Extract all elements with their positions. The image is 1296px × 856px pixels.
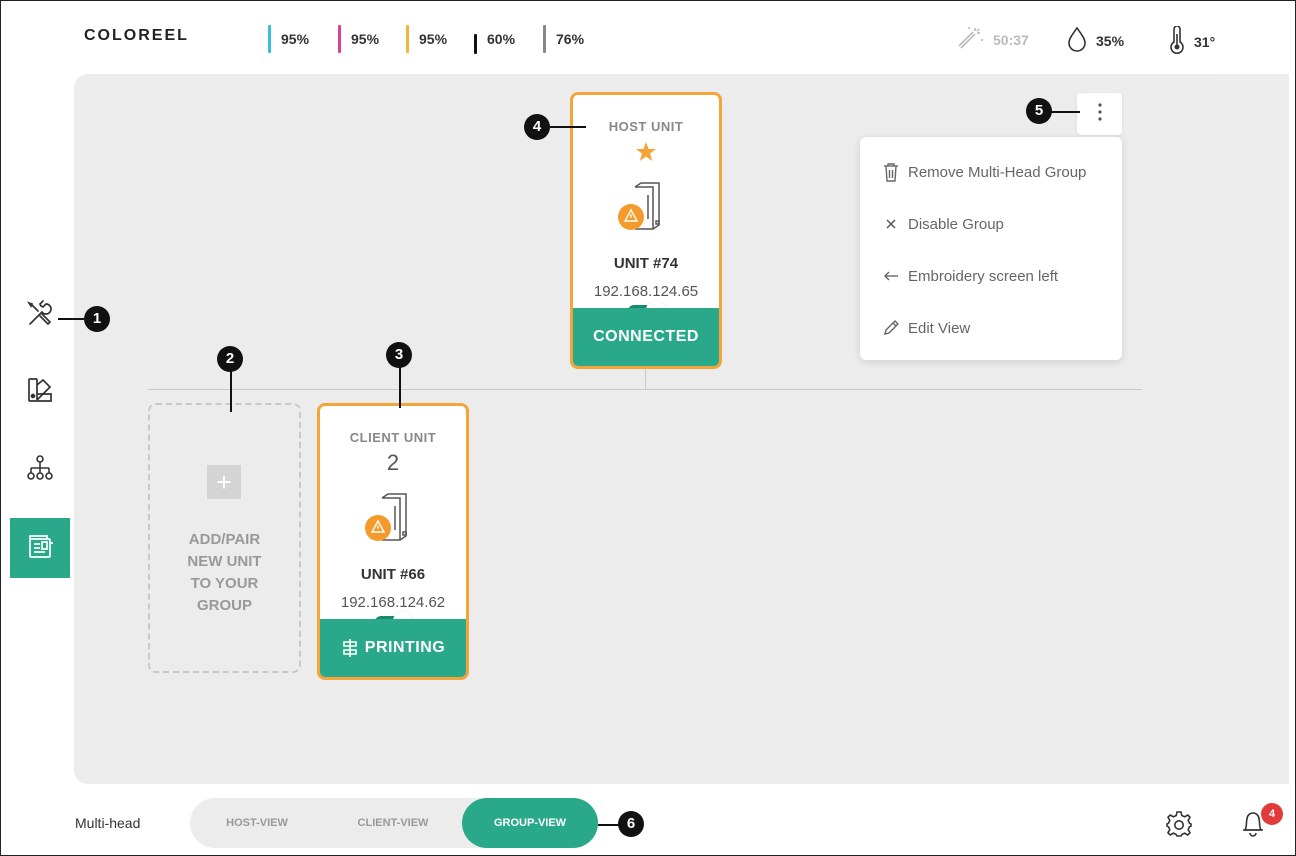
callout-line: [550, 126, 586, 128]
panel-edge: [1215, 74, 1289, 784]
gear-icon: [1165, 811, 1193, 842]
sidebar-item-hierarchy[interactable]: [10, 440, 70, 500]
humidity-value: 35%: [1096, 32, 1125, 49]
client-unit-card[interactable]: CLIENT UNIT 2 UNIT #66 192.168.124.62 PR…: [317, 403, 469, 680]
add-pair-line: NEW UNIT: [187, 553, 262, 570]
callout-2: 2: [217, 346, 243, 372]
add-pair-line: TO YOUR: [190, 575, 259, 592]
sidebar-item-tools[interactable]: [10, 286, 70, 346]
callout-4: 4: [524, 114, 550, 140]
ink-value: 60%: [487, 31, 516, 47]
view-switcher: HOST-VIEW CLIENT-VIEW GROUP-VIEW: [190, 798, 598, 848]
tab-group-view[interactable]: GROUP-VIEW: [462, 798, 598, 848]
client-unit-number: 2: [386, 450, 400, 475]
ink-level-black: 60%: [474, 24, 515, 54]
menu-item-embroidery-screen-left[interactable]: Embroidery screen left: [880, 264, 1058, 288]
timer-value: 50:37: [993, 31, 1029, 48]
add-pair-unit-card[interactable]: + ADD/PAIR NEW UNIT TO YOUR GROUP: [148, 403, 301, 673]
add-pair-line: ADD/PAIR: [188, 531, 261, 548]
host-connector-line: [645, 366, 646, 390]
client-unit-ip: 192.168.124.62: [340, 594, 446, 611]
plus-icon: +: [207, 465, 241, 499]
ink-level-cyan: 95%: [268, 24, 309, 54]
thermometer-icon: [1168, 25, 1186, 57]
ink-bar-yellow: [406, 25, 409, 53]
client-unit-status: PRINTING: [320, 619, 466, 677]
tab-label: HOST-VIEW: [226, 817, 288, 829]
callout-line: [399, 366, 401, 408]
callout-line: [596, 824, 620, 826]
callout-line: [1050, 111, 1080, 113]
callout-line: [58, 318, 84, 320]
tab-label: CLIENT-VIEW: [357, 817, 429, 829]
settings-button[interactable]: [1165, 810, 1193, 843]
bell-icon: [1240, 812, 1266, 842]
timer-status: 50:37: [955, 26, 1029, 53]
palette-icon: [25, 375, 55, 410]
add-pair-line: GROUP: [196, 597, 252, 614]
tab-label: GROUP-VIEW: [493, 817, 567, 829]
printer-warning-icon: [360, 492, 420, 544]
ink-level-magenta: 95%: [338, 24, 379, 54]
embroidery-machine-icon: [25, 531, 55, 566]
ink-value: 95%: [351, 31, 380, 47]
ink-bar-cyan: [268, 25, 271, 53]
hierarchy-icon: [25, 453, 55, 488]
menu-item-disable-group[interactable]: Disable Group: [880, 212, 1004, 236]
tab-host-view[interactable]: HOST-VIEW: [190, 798, 324, 848]
temperature-value: 31°: [1194, 33, 1216, 50]
star-icon: [573, 141, 719, 168]
multi-head-label: Multi-head: [75, 815, 141, 831]
group-options-menu: Remove Multi-Head Group Disable Group Em…: [860, 137, 1122, 360]
host-unit-status: CONNECTED: [573, 308, 719, 366]
client-unit-label: CLIENT UNIT: [349, 430, 437, 445]
close-icon: [880, 218, 902, 230]
tools-icon: [25, 299, 55, 334]
sidebar-item-multihead[interactable]: [10, 518, 70, 578]
printing-icon: [341, 638, 359, 658]
callout-5: 5: [1026, 98, 1052, 124]
ink-value: 76%: [556, 31, 585, 47]
menu-item-label: Remove Multi-Head Group: [908, 163, 1087, 181]
pencil-icon: [880, 319, 902, 337]
callout-6: 6: [618, 811, 644, 837]
tab-client-view[interactable]: CLIENT-VIEW: [324, 798, 462, 848]
add-pair-text: ADD/PAIR NEW UNIT TO YOUR GROUP: [150, 529, 299, 617]
kebab-icon: [1097, 102, 1103, 127]
ink-value: 95%: [419, 31, 448, 47]
droplet-icon: [1066, 26, 1088, 55]
ink-value: 95%: [281, 31, 310, 47]
more-options-button[interactable]: [1077, 93, 1122, 135]
ink-bar-magenta: [338, 25, 341, 53]
menu-item-label: Disable Group: [908, 215, 1004, 233]
callout-3: 3: [386, 342, 412, 368]
callout-1: 1: [84, 306, 110, 332]
menu-item-remove-group[interactable]: Remove Multi-Head Group: [880, 160, 1086, 184]
ink-level-gray: 76%: [543, 24, 584, 54]
menu-item-label: Embroidery screen left: [908, 267, 1059, 285]
host-unit-label: HOST UNIT: [608, 119, 684, 134]
menu-item-label: Edit View: [908, 319, 971, 337]
host-unit-ip: 192.168.124.65: [593, 283, 699, 300]
ink-bar-black: [474, 34, 477, 54]
printer-warning-icon: [613, 181, 673, 233]
client-unit-name: UNIT #66: [360, 566, 426, 583]
menu-item-edit-view[interactable]: Edit View: [880, 316, 970, 340]
trash-icon: [880, 162, 902, 182]
host-unit-card[interactable]: HOST UNIT UNIT #74 192.168.124.65 CONNEC…: [570, 92, 722, 369]
host-status-label: CONNECTED: [593, 328, 699, 345]
coloreel-logo: COLOREEL: [84, 27, 189, 44]
notification-badge: 4: [1261, 803, 1283, 825]
ink-bar-gray: [543, 25, 546, 53]
ink-level-yellow: 95%: [406, 24, 447, 54]
client-status-label: PRINTING: [364, 639, 446, 656]
host-unit-name: UNIT #74: [613, 255, 679, 272]
arrow-left-icon: [880, 270, 902, 282]
temperature-status: 31°: [1168, 25, 1216, 57]
humidity-status: 35%: [1066, 26, 1124, 55]
magic-wand-icon: [955, 26, 985, 53]
sidebar-item-palette[interactable]: [10, 362, 70, 422]
callout-line: [230, 370, 232, 412]
